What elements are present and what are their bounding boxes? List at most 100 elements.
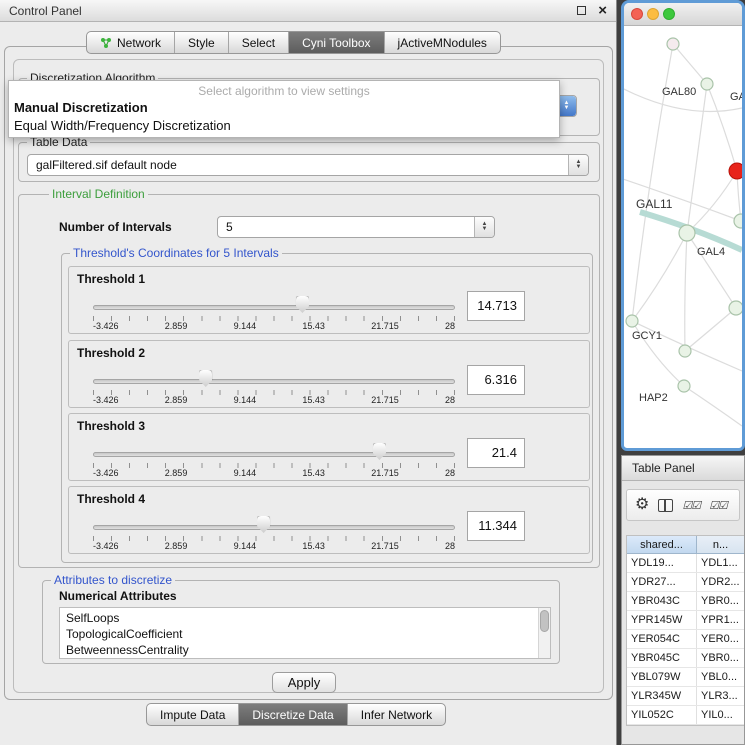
tab-impute-data[interactable]: Impute Data (147, 704, 239, 725)
graph-node[interactable] (679, 345, 691, 357)
scale-tick-label: 15.43 (302, 541, 325, 551)
threshold-3-label: Threshold 3 (77, 419, 145, 433)
slider-track[interactable] (93, 379, 455, 384)
slider-scale-labels: -3.4262.8599.14415.4321.71528 (93, 468, 455, 478)
graph-node-hap2[interactable] (678, 380, 690, 392)
threshold-4-value-field[interactable]: 11.344 (467, 511, 525, 541)
network-icon (100, 37, 112, 49)
menu-item-manual-discretization[interactable]: Manual Discretization (9, 99, 559, 117)
table-row[interactable]: YBR043C YBR0... (627, 592, 745, 611)
list-item[interactable]: SelfLoops (66, 610, 538, 626)
close-icon[interactable]: × (598, 5, 607, 17)
network-window-titlebar[interactable] (624, 3, 742, 26)
slider-thumb[interactable] (257, 516, 270, 533)
tab-network[interactable]: Network (87, 32, 175, 53)
list-item[interactable]: TopologicalCoefficient (66, 626, 538, 642)
numerical-attributes-heading: Numerical Attributes (59, 589, 177, 603)
scrollbar-thumb[interactable] (540, 610, 549, 632)
graph-node[interactable] (701, 78, 713, 90)
threshold-3-panel: Threshold 3 -3.4262.8599.14415.4321.7152… (68, 413, 590, 481)
interval-definition-group: Interval Definition Number of Intervals … (18, 194, 600, 568)
threshold-4-label: Threshold 4 (77, 492, 145, 506)
column-header-name[interactable]: n... (697, 536, 745, 554)
scale-tick-label: 9.144 (234, 468, 257, 478)
graph-node-gcy1[interactable] (626, 315, 638, 327)
table-data-select-stepper[interactable]: ▲ ▼ (568, 155, 588, 175)
cyni-toolbox-panel: Discretization Algorithm ▲ ▼ Table Data … (4, 46, 613, 700)
menu-item-equal-width-frequency[interactable]: Equal Width/Frequency Discretization (9, 117, 559, 135)
table-row[interactable]: YPR145W YPR1... (627, 611, 745, 630)
table-panel-window: Table Panel ⚙ ☑☑ ☑☑ shared... n... YDL19… (621, 455, 745, 745)
scale-tick-label: -3.426 (93, 321, 119, 331)
threshold-4-slider[interactable] (93, 515, 455, 535)
table-panel-titlebar[interactable]: Table Panel (622, 456, 744, 481)
network-view-window: GAL80 GA GAL11 GAL4 GCY1 HAP2 (621, 0, 745, 451)
close-traffic-light[interactable] (631, 8, 643, 20)
slider-track[interactable] (93, 452, 455, 457)
scale-tick-label: -3.426 (93, 395, 119, 405)
selected-node[interactable] (729, 163, 742, 179)
control-panel-titlebar[interactable]: Control Panel × (0, 0, 616, 22)
tab-select[interactable]: Select (229, 32, 289, 53)
table-header-row: shared... n... (627, 536, 745, 554)
float-window-icon[interactable] (577, 6, 586, 15)
minimize-traffic-light[interactable] (647, 8, 659, 20)
table-data-select-value: galFiltered.sif default node (28, 158, 568, 172)
select-all-columns-icon[interactable]: ☑☑ (682, 499, 700, 512)
scale-tick-label: 21.715 (371, 321, 399, 331)
threshold-2-value-field[interactable]: 6.316 (467, 365, 525, 395)
graph-node[interactable] (667, 38, 679, 50)
threshold-1-label: Threshold 1 (77, 272, 145, 286)
scale-tick-label: 2.859 (165, 395, 188, 405)
table-row[interactable]: YDL19... YDL1... (627, 554, 745, 573)
tab-cyni-toolbox[interactable]: Cyni Toolbox (289, 32, 384, 53)
scale-tick-label: -3.426 (93, 541, 119, 551)
number-of-intervals-stepper[interactable]: ▲ ▼ (474, 217, 494, 237)
node-label: GCY1 (632, 330, 662, 342)
scale-tick-label: 21.715 (371, 468, 399, 478)
list-item[interactable]: BetweennessCentrality (66, 642, 538, 658)
table-row[interactable]: YLR345W YLR3... (627, 687, 745, 706)
window-title: Control Panel (9, 4, 82, 18)
slider-thumb[interactable] (199, 370, 212, 387)
column-header-shared-name[interactable]: shared... (627, 536, 697, 554)
columns-icon[interactable] (658, 499, 673, 512)
graph-node[interactable] (734, 214, 742, 228)
scale-tick-label: 21.715 (371, 541, 399, 551)
network-canvas[interactable]: GAL80 GA GAL11 GAL4 GCY1 HAP2 (624, 26, 742, 447)
bottom-tab-bar: Impute Data Discretize Data Infer Networ… (146, 703, 446, 726)
graph-node-gal4[interactable] (679, 225, 695, 241)
table-row[interactable]: YBR045C YBR0... (627, 649, 745, 668)
slider-track[interactable] (93, 305, 455, 310)
threshold-2-slider[interactable] (93, 369, 455, 389)
tab-discretize-data[interactable]: Discretize Data (239, 704, 347, 725)
threshold-3-slider[interactable] (93, 442, 455, 462)
table-row[interactable]: YER054C YER0... (627, 630, 745, 649)
threshold-1-value-field[interactable]: 14.713 (467, 291, 525, 321)
list-scrollbar[interactable] (538, 608, 550, 658)
select-rows-icon[interactable]: ☑☑ (709, 499, 727, 512)
table-data-group: Table Data galFiltered.sif default node … (18, 142, 600, 182)
tab-infer-network[interactable]: Infer Network (348, 704, 445, 725)
slider-thumb[interactable] (296, 296, 309, 313)
tab-style[interactable]: Style (175, 32, 229, 53)
table-row[interactable]: YBL079W YBL0... (627, 668, 745, 687)
graph-node[interactable] (729, 301, 742, 315)
slider-thumb[interactable] (373, 443, 386, 460)
interval-definition-legend: Interval Definition (49, 187, 148, 201)
numerical-attributes-list[interactable]: SelfLoopsTopologicalCoefficientBetweenne… (59, 607, 551, 659)
algorithm-hint: Select algorithm to view settings (9, 83, 559, 99)
table-row[interactable]: YIL052C YIL0... (627, 706, 745, 725)
tab-jactivemnodules[interactable]: jActiveMNodules (385, 32, 500, 53)
threshold-3-value-field[interactable]: 21.4 (467, 438, 525, 468)
slider-scale-labels: -3.4262.8599.14415.4321.71528 (93, 395, 455, 405)
zoom-traffic-light[interactable] (663, 8, 675, 20)
number-of-intervals-select[interactable]: 5 ▲ ▼ (217, 216, 495, 238)
apply-button[interactable]: Apply (272, 672, 336, 693)
table-data-select[interactable]: galFiltered.sif default node ▲ ▼ (27, 154, 589, 176)
gear-icon[interactable]: ⚙ (635, 497, 649, 513)
tab-network-label: Network (117, 36, 161, 50)
table-row[interactable]: YDR27... YDR2... (627, 573, 745, 592)
slider-track[interactable] (93, 525, 455, 530)
threshold-1-slider[interactable] (93, 295, 455, 315)
